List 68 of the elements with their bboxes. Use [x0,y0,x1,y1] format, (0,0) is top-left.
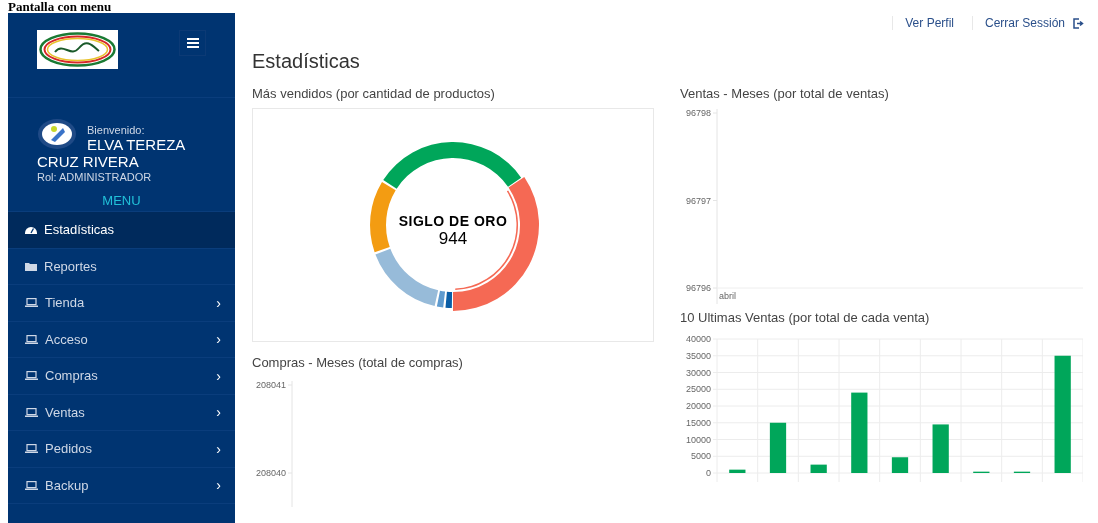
page-title: Estadísticas [252,49,361,73]
slice-value: 944 [438,229,468,249]
chart-title: 10 Ultimas Ventas (por total de cada venta) [680,310,931,326]
slice-label: SIGLO DE ORO [398,213,508,229]
menu-icon [186,38,199,48]
user-name: ELVA TEREZA CRUZ RIVERA [37,136,186,170]
avatar-icon [37,118,77,150]
axis-tick-label: 208040 [255,468,286,478]
nav-item[interactable]: Backup › [8,467,235,504]
chevron-icon: › [216,367,221,384]
laptop-icon [25,371,38,381]
nav-item[interactable]: Estadísticas [8,212,235,249]
laptop-icon [25,407,38,417]
nav-item[interactable]: Ventas › [8,394,235,431]
logout-icon [1073,17,1084,29]
chevron-icon: › [216,477,221,494]
nav-label: Tienda [45,295,86,311]
menu-button[interactable] [179,30,206,56]
axis-tick-label: 30000 [685,367,711,378]
nav-item[interactable]: Compras › [8,358,235,395]
axis-tick-label: 208041 [255,380,286,390]
folder-icon [25,261,37,271]
nav-label: Reportes [44,258,98,274]
page-heading: Pantalla con menu [8,0,113,13]
chevron-icon: › [216,440,221,457]
chart-title: Ventas - Meses (por total de ventas) [680,86,890,102]
axis-tick-label: 20000 [685,401,711,411]
nav-item[interactable]: Pedidos › [8,431,235,468]
greeting-text: Bienvenido: [86,123,146,136]
nav-label: Acceso [45,331,89,347]
chevron-icon: › [216,331,221,348]
axis-tick-label: 0 [706,468,711,478]
axis-tick-label: 96796 [685,283,711,293]
laptop-icon [25,444,38,454]
laptop-icon [25,480,38,490]
nav-label: Backup [45,477,90,493]
axis-tick-label: 5000 [690,451,711,462]
nav-item[interactable]: Reportes [8,248,235,285]
axis-tick-label: 25000 [685,384,711,395]
bar [891,457,909,473]
chart-title: Compras - Meses (total de compras) [252,355,464,371]
chart-title: Más vendidos (por cantidad de productos) [252,86,496,102]
menu-heading: MENU [101,192,142,210]
nav-label: Ventas [45,404,86,420]
nav-label: Estadísticas [44,222,116,238]
bar [769,422,787,473]
bar [729,469,746,473]
gauge-icon [25,225,37,235]
axis-tick-label: 40000 [685,334,711,344]
nav-link[interactable]: Ver Perfil [905,16,954,30]
nav-item[interactable]: Acceso › [8,321,235,358]
axis-tick-label: 96798 [685,108,711,118]
nav-label: Compras [45,368,99,384]
bar [932,424,949,473]
nav-label: Pedidos [45,441,93,457]
axis-tick-label: 35000 [685,350,711,361]
axis-tick-label: 96797 [685,195,711,206]
axis-tick-label: 10000 [685,434,711,445]
axis-tick-label: 15000 [685,417,711,428]
nav-item[interactable]: Tienda › [8,285,235,322]
user-role: Rol: ADMINISTRADOR [37,170,153,184]
chevron-icon: › [216,294,221,311]
axis-tick-label: abril [719,291,736,301]
bar [810,464,827,473]
laptop-icon [25,334,38,344]
chevron-icon: › [216,404,221,421]
nav-link[interactable]: Cerrar Sessión [984,16,1065,30]
laptop-icon [25,298,38,308]
